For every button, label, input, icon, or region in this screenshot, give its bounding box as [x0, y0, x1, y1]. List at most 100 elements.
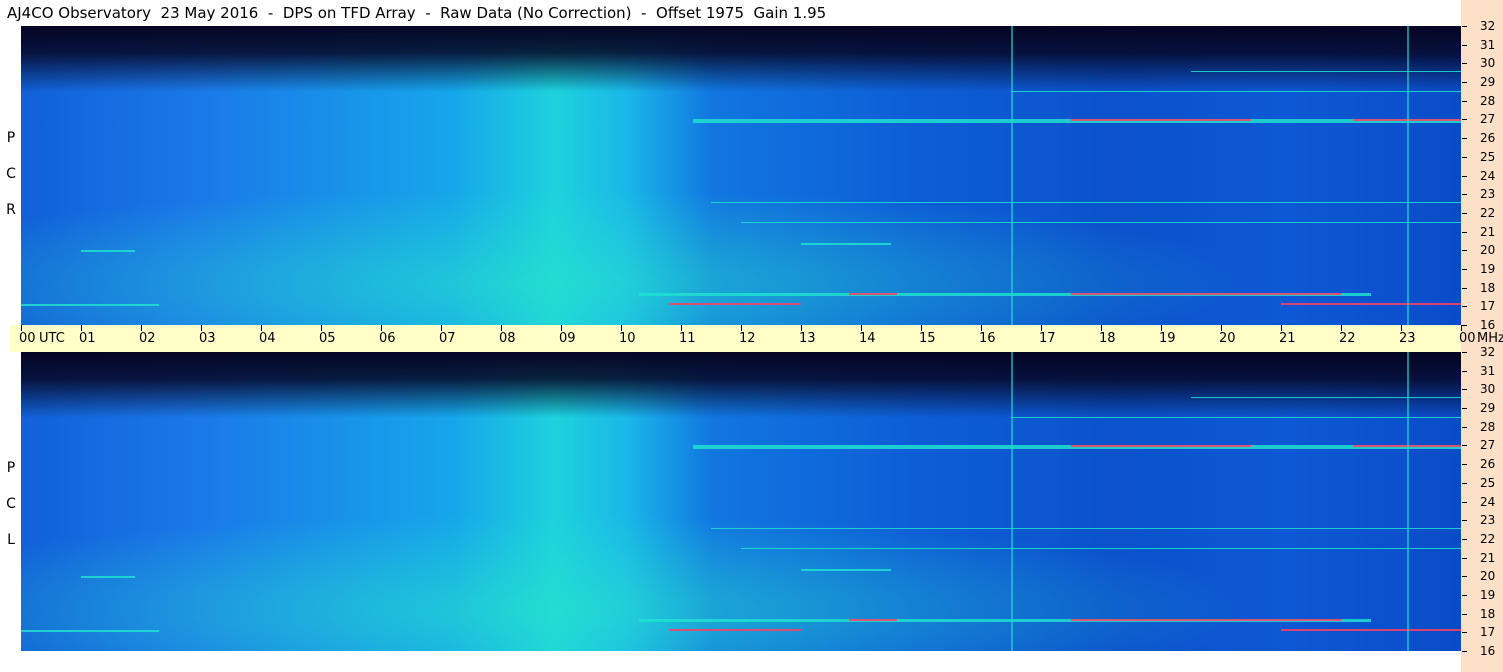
frequency-tick-label: 24	[1480, 494, 1496, 509]
emission-band	[1191, 396, 1461, 398]
time-tick-label: 09	[559, 331, 576, 346]
time-tick-label: 21	[1279, 331, 1296, 346]
frequency-tick-label: 23	[1480, 513, 1496, 528]
emission-band	[1071, 118, 1251, 121]
time-tick-label: 22	[1339, 331, 1356, 346]
time-tick-mark	[141, 325, 142, 331]
frequency-tick-mark	[1462, 501, 1467, 503]
time-tick-mark	[921, 325, 922, 331]
polarization-letter: L	[7, 532, 15, 548]
time-axis	[10, 325, 1461, 352]
emission-band	[21, 304, 159, 307]
time-tick-mark	[1401, 325, 1402, 331]
emission-band	[711, 201, 1461, 203]
frequency-tick-mark	[1462, 26, 1467, 27]
frequency-tick-label: 27	[1480, 112, 1496, 127]
frequency-tick-label: 26	[1480, 131, 1496, 146]
spectrogram-rcp	[21, 26, 1461, 325]
polarization-letter: P	[6, 130, 16, 146]
frequency-tick-label: 21	[1480, 550, 1496, 565]
frequency-tick-mark	[1462, 538, 1467, 540]
time-tick-mark	[501, 325, 502, 331]
time-tick-label: 14	[859, 331, 876, 346]
time-tick-label: 11	[679, 331, 696, 346]
time-tick-mark	[1221, 325, 1222, 331]
polarization-letter: P	[6, 460, 16, 476]
frequency-tick-label: 16	[1480, 318, 1496, 332]
frequency-tick-label: 17	[1480, 299, 1496, 314]
time-tick-label: 03	[199, 331, 216, 346]
time-tick-mark	[981, 325, 982, 331]
frequency-tick-mark	[1462, 82, 1467, 84]
time-tick-label: 05	[319, 331, 336, 346]
frequency-tick-label: 25	[1480, 475, 1496, 490]
time-tick-mark	[201, 325, 202, 331]
frequency-tick-mark	[1462, 651, 1467, 652]
time-tick-mark	[81, 325, 82, 331]
frequency-tick-label: 20	[1480, 569, 1496, 584]
frequency-tick-label: 20	[1480, 243, 1496, 258]
frequency-tick-label: 32	[1480, 345, 1496, 359]
frequency-tick-label: 22	[1480, 205, 1496, 220]
frequency-tick-mark	[1462, 594, 1467, 596]
emission-band	[1281, 302, 1461, 305]
time-tick-mark	[1461, 325, 1462, 331]
time-tick-label: 15	[919, 331, 936, 346]
emission-band	[741, 222, 1461, 224]
frequency-tick-label: 26	[1480, 457, 1496, 472]
emission-band	[1011, 417, 1461, 419]
frequency-tick-mark	[1462, 287, 1467, 289]
emission-band	[1011, 91, 1461, 93]
interference-line	[1011, 352, 1013, 651]
frequency-tick-label: 28	[1480, 93, 1496, 108]
time-tick-mark	[561, 325, 562, 331]
interference-line	[1407, 26, 1409, 325]
time-tick-mark	[861, 325, 862, 331]
frequency-tick-mark	[1462, 194, 1467, 196]
time-tick-mark	[681, 325, 682, 331]
time-tick-label: 13	[799, 331, 816, 346]
time-tick-label: 19	[1159, 331, 1176, 346]
frequency-tick-label: 18	[1480, 606, 1496, 621]
emission-band	[1191, 70, 1461, 72]
frequency-tick-mark	[1462, 44, 1467, 46]
frequency-tick-mark	[1462, 632, 1467, 634]
emission-band	[801, 568, 891, 571]
chart-title: AJ4CO Observatory 23 May 2016 - DPS on T…	[7, 4, 827, 22]
frequency-tick-label: 28	[1480, 419, 1496, 434]
time-tick-mark	[621, 325, 622, 331]
time-tick-label: 10	[619, 331, 636, 346]
frequency-tick-mark	[1462, 250, 1467, 252]
frequency-tick-mark	[1462, 138, 1467, 140]
emission-band	[81, 250, 135, 253]
time-tick-label: 16	[979, 331, 996, 346]
frequency-tick-mark	[1462, 212, 1467, 214]
time-tick-label: 20	[1219, 331, 1236, 346]
emission-band	[669, 302, 801, 305]
frequency-tick-label: 18	[1480, 280, 1496, 295]
time-tick-label: 01	[79, 331, 96, 346]
emission-band	[711, 527, 1461, 529]
frequency-tick-label: 16	[1480, 644, 1496, 658]
frequency-tick-mark	[1462, 63, 1467, 65]
time-tick-label: 06	[379, 331, 396, 346]
frequency-tick-label: 32	[1480, 19, 1496, 33]
emission-band	[1281, 628, 1461, 631]
time-tick-mark	[1101, 325, 1102, 331]
time-tick-label: 23	[1399, 331, 1416, 346]
emission-band	[1071, 444, 1251, 447]
frequency-tick-mark	[1462, 370, 1467, 372]
frequency-tick-label: 19	[1480, 261, 1496, 276]
time-tick-label: 12	[739, 331, 756, 346]
frequency-tick-mark	[1462, 408, 1467, 410]
polarization-letter: C	[6, 166, 16, 182]
time-tick-mark	[1341, 325, 1342, 331]
frequency-tick-label: 17	[1480, 625, 1496, 640]
time-tick-mark	[1041, 325, 1042, 331]
time-tick-mark	[1281, 325, 1282, 331]
frequency-tick-label: 21	[1480, 224, 1496, 239]
time-axis-unit-label: MHz	[1477, 331, 1503, 346]
time-tick-label: 00	[19, 331, 36, 346]
emission-band	[849, 619, 897, 622]
time-tick-mark	[741, 325, 742, 331]
